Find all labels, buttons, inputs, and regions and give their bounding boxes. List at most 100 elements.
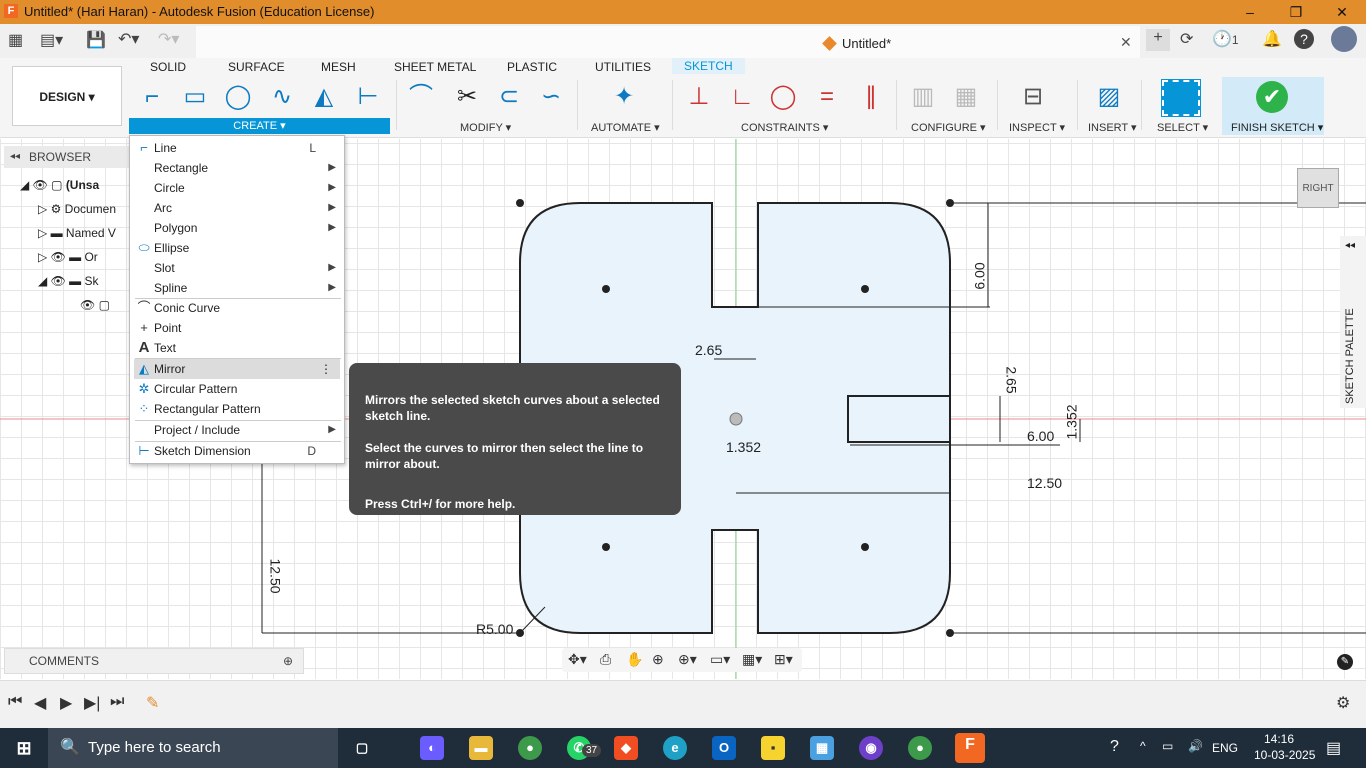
menu-item-text[interactable]: A Text xyxy=(130,338,344,358)
file-explorer-icon[interactable]: ▬ xyxy=(469,736,493,760)
sketch-settings-icon[interactable]: ✎ xyxy=(1337,654,1353,670)
network-icon[interactable]: ▭ xyxy=(1162,739,1173,753)
tangent-constraint-icon[interactable]: ◯ xyxy=(767,82,799,114)
center-point[interactable] xyxy=(861,285,869,293)
display-settings-icon[interactable]: ▭▾ xyxy=(710,651,730,668)
sketch-point[interactable] xyxy=(516,199,524,207)
go-to-end-icon[interactable]: ⏭ xyxy=(110,693,124,711)
task-view-icon[interactable]: ▢ xyxy=(350,736,374,760)
center-point[interactable] xyxy=(602,285,610,293)
sticky-notes-icon[interactable]: ▪ xyxy=(761,736,785,760)
go-to-start-icon[interactable]: ⏮ xyxy=(8,693,22,711)
browser-header[interactable]: ◂◂ BROWSER xyxy=(4,146,134,168)
taskbar-search[interactable]: 🔍 Type here to search xyxy=(48,728,338,768)
mirror-tool-icon[interactable]: ◭ xyxy=(308,82,340,114)
dimension-label[interactable]: R5.00 xyxy=(476,621,513,637)
tab-solid[interactable]: SOLID xyxy=(150,60,186,74)
github-icon[interactable]: ◉ xyxy=(859,736,883,760)
redo-icon[interactable]: ↷▾ xyxy=(158,29,179,49)
close-icon[interactable]: ✕ xyxy=(1332,2,1352,22)
job-status-icon[interactable]: 🕐1 xyxy=(1212,29,1239,49)
menu-item-slot[interactable]: Slot ▶ xyxy=(130,258,344,278)
constraints-group-label[interactable]: CONSTRAINTS ▾ xyxy=(741,121,828,134)
menu-item-circular-pattern[interactable]: ✲ Circular Pattern xyxy=(130,379,344,399)
timeline-settings-gear-icon[interactable]: ⚙ xyxy=(1336,693,1350,713)
dimension-label[interactable]: 2.65 xyxy=(1004,366,1020,393)
finish-sketch-button[interactable]: ✔ FINISH SKETCH ▾ xyxy=(1222,77,1324,135)
insert-image-icon[interactable]: ▨ xyxy=(1093,82,1125,114)
configure-table-icon[interactable]: ▦ xyxy=(950,82,982,114)
trim-scissors-icon[interactable]: ✂ xyxy=(451,82,483,114)
dimension-label[interactable]: 1.352 xyxy=(726,439,761,455)
menu-item-point[interactable]: + Point xyxy=(130,318,344,338)
menu-item-rectangular-pattern[interactable]: ⁘ Rectangular Pattern xyxy=(130,399,344,419)
dimension-label[interactable]: 2.65 xyxy=(695,342,722,358)
sketch-point[interactable] xyxy=(946,199,954,207)
menu-item-spline[interactable]: Spline ▶ xyxy=(130,278,344,298)
rectangle-tool-icon[interactable]: ▭ xyxy=(179,82,211,114)
parallel-constraint-icon[interactable]: ∥ xyxy=(855,82,887,114)
browser-item-origin[interactable]: ▷ 👁 ▬ Or xyxy=(4,246,134,268)
new-tab-plus-icon[interactable]: + xyxy=(1146,29,1170,51)
notifications-bell-icon[interactable]: 🔔 xyxy=(1262,29,1282,49)
clock-time[interactable]: 14:16 xyxy=(1264,732,1294,746)
chrome-icon[interactable]: ● xyxy=(518,736,542,760)
add-comment-icon[interactable]: ⊕ xyxy=(283,649,293,673)
save-icon[interactable]: 💾 xyxy=(86,30,106,50)
measure-ruler-icon[interactable]: ⊟ xyxy=(1017,82,1049,114)
inspect-group-label[interactable]: INSPECT ▾ xyxy=(1009,121,1065,134)
browser-root-item[interactable]: ◢ 👁 ▢ (Unsa xyxy=(4,174,134,196)
tab-plastic[interactable]: PLASTIC xyxy=(507,60,557,74)
restore-icon[interactable]: ❐ xyxy=(1286,2,1306,22)
fillet-tool-icon[interactable]: ⌒ xyxy=(405,82,437,114)
play-icon[interactable]: ▶ xyxy=(60,693,72,713)
dimension-label[interactable]: 12.50 xyxy=(268,558,284,593)
viewports-icon[interactable]: ⊞▾ xyxy=(774,651,793,668)
browser-item-named-views[interactable]: ▷ ▬ Named V xyxy=(4,222,134,244)
dimension-label[interactable]: 1.352 xyxy=(1064,404,1080,439)
menu-item-arc[interactable]: Arc ▶ xyxy=(130,198,344,218)
show-hidden-icons[interactable]: ^ xyxy=(1140,739,1146,753)
outlook-icon[interactable]: O xyxy=(712,736,736,760)
document-tab[interactable]: Untitled* ✕ xyxy=(196,26,1140,58)
line-tool-icon[interactable]: ⌐ xyxy=(136,82,168,114)
orbit-icon[interactable]: ✥▾ xyxy=(568,651,587,668)
collapse-browser-icon[interactable]: ◂◂ xyxy=(10,146,20,168)
user-avatar[interactable] xyxy=(1331,26,1357,52)
step-back-icon[interactable]: ◀ xyxy=(34,693,46,713)
extend-curve-icon[interactable]: ∽ xyxy=(535,82,567,114)
select-group-label[interactable]: SELECT ▾ xyxy=(1157,121,1208,134)
tab-sketch[interactable]: SKETCH xyxy=(672,58,745,74)
chrome-profile-icon[interactable]: ● xyxy=(908,736,932,760)
more-options-icon[interactable]: ⋮ xyxy=(320,359,332,379)
menu-item-sketch-dimension[interactable]: ⊢ Sketch Dimension D xyxy=(130,441,344,461)
grid-settings-icon[interactable]: ▦▾ xyxy=(742,651,762,668)
browser-item-sketches[interactable]: ◢ 👁 ▬ Sk xyxy=(4,270,134,292)
look-at-icon[interactable]: ⎙ xyxy=(600,651,611,668)
browser-item-sketch1[interactable]: 👁 ▢ xyxy=(4,294,134,316)
horizontal-constraint-icon[interactable]: ∟ xyxy=(726,82,758,114)
expand-palette-icon[interactable]: ◂◂ xyxy=(1345,240,1355,251)
menu-item-mirror[interactable]: ◭ Mirror ⋮ xyxy=(134,359,340,379)
dimension-label[interactable]: 6.00 xyxy=(972,262,988,289)
create-menu-header[interactable]: CREATE ▾ xyxy=(129,118,390,134)
dimension-tool-icon[interactable]: ⊢ xyxy=(352,82,384,114)
comments-panel[interactable]: COMMENTS ⊕ xyxy=(4,648,304,674)
modify-group-label[interactable]: MODIFY ▾ xyxy=(460,121,511,134)
tab-sheet-metal[interactable]: SHEET METAL xyxy=(394,60,476,74)
help-icon[interactable]: ? xyxy=(1294,29,1314,49)
notification-center-icon[interactable]: ▤ xyxy=(1326,738,1341,758)
sketch-point[interactable] xyxy=(946,629,954,637)
workspace-switcher[interactable]: DESIGN ▾ xyxy=(12,66,122,126)
dimension-label[interactable]: 12.50 xyxy=(1027,475,1062,491)
sketch-point[interactable] xyxy=(516,629,524,637)
menu-item-circle[interactable]: Circle ▶ xyxy=(130,178,344,198)
brave-browser-icon[interactable]: ◆ xyxy=(614,736,638,760)
tab-utilities[interactable]: UTILITIES xyxy=(595,60,651,74)
menu-item-rectangle[interactable]: Rectangle ▶ xyxy=(130,158,344,178)
dimension-label[interactable]: 6.00 xyxy=(1027,428,1054,444)
copilot-app-icon[interactable]: ◐ xyxy=(420,736,444,760)
circle-tool-icon[interactable]: ◯ xyxy=(222,82,254,114)
extensions-icon[interactable]: ⟳ xyxy=(1180,29,1193,49)
windows-start-icon[interactable]: ⊞ xyxy=(12,736,36,760)
